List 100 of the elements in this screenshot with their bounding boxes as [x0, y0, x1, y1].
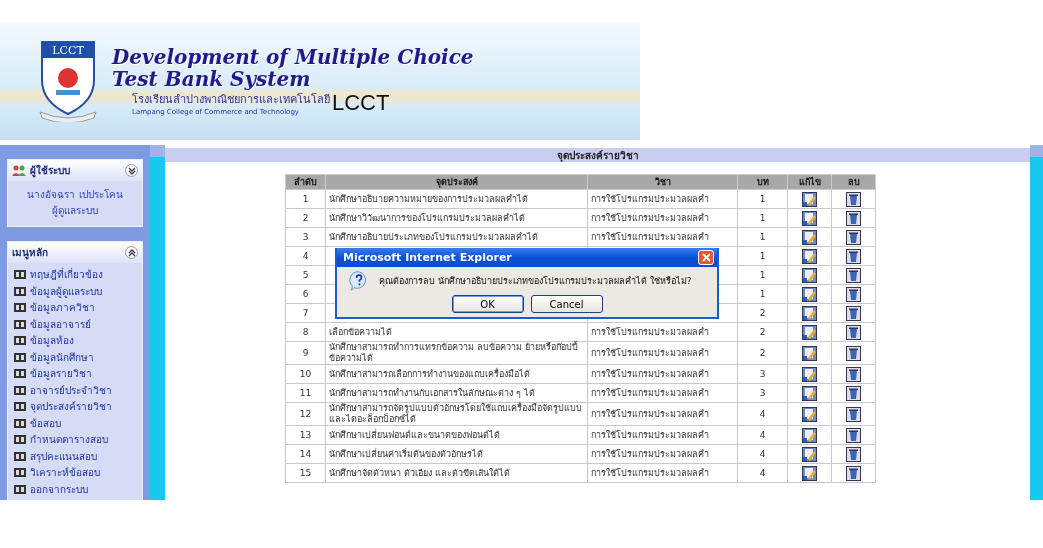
table-cell: การใช้โปรแกรมประมวลผลคำ	[587, 402, 738, 426]
table-cell: นักศึกษาวิวัฒนาการของโปรแกรมประมวลผลคำได้	[325, 208, 588, 228]
table-cell: การใช้โปรแกรมประมวลผลคำ	[587, 425, 738, 445]
edit-icon[interactable]	[802, 427, 817, 443]
edit-icon[interactable]	[802, 366, 817, 382]
trash-icon[interactable]	[846, 305, 861, 321]
brand-text: LCCT	[332, 90, 390, 116]
book-icon	[14, 352, 26, 362]
table-cell: นักศึกษาสามารถทำงานกับเอกสารในลักษณะต่าง ๆ ได้	[325, 383, 588, 403]
trash-icon[interactable]	[846, 210, 861, 226]
trash-icon[interactable]	[846, 465, 861, 481]
table-cell: 14	[285, 444, 326, 464]
edit-icon[interactable]	[802, 406, 817, 422]
edit-icon[interactable]	[802, 267, 817, 283]
trash-icon[interactable]	[846, 324, 861, 340]
column-header: ลบ	[831, 174, 876, 190]
table-cell: 4	[285, 246, 326, 266]
trash-icon[interactable]	[846, 406, 861, 422]
menu-link[interactable]: ข้อมูลอาจารย์	[30, 316, 91, 332]
table-cell: นักศึกษาจัดตัวหนา ตัวเอียง และตัวขีดเส้นใต้ได้	[325, 463, 588, 483]
table-cell: 12	[285, 402, 326, 426]
book-icon	[14, 369, 26, 379]
menu-link[interactable]: ข้อมูลรายวิชา	[30, 366, 92, 382]
book-icon	[14, 435, 26, 445]
table-cell: 5	[285, 265, 326, 285]
table-cell: 4	[737, 425, 788, 445]
trash-icon[interactable]	[846, 446, 861, 462]
table-cell: การใช้โปรแกรมประมวลผลคำ	[587, 227, 738, 247]
table-cell: การใช้โปรแกรมประมวลผลคำ	[587, 364, 738, 384]
table-cell: นักศึกษาอธิบายประเภทของโปรแกรมประมวลผลคำได้	[325, 227, 588, 247]
edit-icon[interactable]	[802, 345, 817, 361]
trash-icon[interactable]	[846, 366, 861, 382]
close-icon	[701, 253, 711, 262]
collapse-button[interactable]	[125, 164, 138, 177]
user-name: นางอัจฉรา เปประโคน	[27, 188, 123, 202]
table-cell: นักศึกษาสามารถจัดรูปแบบตัวอักษรโดยใช้แถบเครื่องมือจัดรูปแบบและไดอะล็อกบ็อกซ์ได้	[325, 402, 588, 426]
close-button[interactable]	[698, 250, 714, 265]
book-icon	[14, 484, 26, 494]
system-title: Development of Multiple Choice	[112, 46, 474, 68]
trash-icon[interactable]	[846, 229, 861, 245]
users-icon	[12, 165, 26, 176]
edit-icon[interactable]	[802, 286, 817, 302]
trash-icon[interactable]	[846, 267, 861, 283]
table-cell: 2	[737, 341, 788, 365]
menu-link[interactable]: ข้อมูลภาควิชา	[30, 300, 95, 316]
trash-icon[interactable]	[846, 248, 861, 264]
menu-link[interactable]: สรุปคะแนนสอบ	[30, 448, 97, 464]
table-cell: 4	[737, 444, 788, 464]
menu-link[interactable]: ข้อมูลนักศึกษา	[30, 349, 94, 365]
menu-link[interactable]: อาจารย์ประจำวิชา	[30, 382, 112, 398]
table-cell: 2	[737, 322, 788, 342]
trash-icon[interactable]	[846, 385, 861, 401]
edit-icon[interactable]	[802, 305, 817, 321]
table-cell: การใช้โปรแกรมประมวลผลคำ	[587, 463, 738, 483]
book-icon	[14, 468, 26, 478]
trash-icon[interactable]	[846, 345, 861, 361]
book-icon	[14, 270, 26, 280]
table-cell: การใช้โปรแกรมประมวลผลคำ	[587, 189, 738, 209]
dialog-button[interactable]: Cancel	[530, 295, 603, 313]
trash-icon[interactable]	[846, 286, 861, 302]
table-cell: 1	[737, 208, 788, 228]
dialog-title: Microsoft Internet Explorer	[343, 251, 513, 264]
menu-link[interactable]: วิเคราะห์ข้อสอบ	[30, 465, 100, 481]
menu-link[interactable]: ข้อมูลผู้ดูแลระบบ	[30, 283, 102, 299]
menu-link[interactable]: จุดประสงค์รายวิชา	[30, 399, 112, 415]
table-cell: 1	[737, 227, 788, 247]
book-icon	[14, 286, 26, 296]
table-cell: นักศึกษาสามารถทำการแทรกข้อความ ลบข้อความ ย้ายหรือก๊อปปี้ข้อความได้	[325, 341, 588, 365]
table-cell: 1	[737, 246, 788, 266]
book-icon	[14, 303, 26, 313]
table-cell: 3	[737, 383, 788, 403]
table-cell: 1	[737, 189, 788, 209]
edit-icon[interactable]	[802, 446, 817, 462]
collapse-button[interactable]	[125, 246, 138, 259]
table-cell: นักศึกษาเปลี่ยนค่าเริ่มต้นของตัวอักษรได้	[325, 444, 588, 464]
system-title: Test Bank System	[112, 68, 311, 90]
edit-icon[interactable]	[802, 210, 817, 226]
edit-icon[interactable]	[802, 465, 817, 481]
menu-link[interactable]: ทฤษฎีที่เกี่ยวข้อง	[30, 267, 103, 283]
menu-link[interactable]: ข้อมูลห้อง	[30, 333, 74, 349]
edit-icon[interactable]	[802, 385, 817, 401]
table-cell: 1	[737, 284, 788, 304]
column-header: แก้ไข	[787, 174, 832, 190]
table-cell: การใช้โปรแกรมประมวลผลคำ	[587, 208, 738, 228]
trash-icon[interactable]	[846, 191, 861, 207]
menu-link[interactable]: กำหนดตารางสอบ	[30, 432, 108, 448]
dialog-button[interactable]: OK	[451, 295, 524, 313]
menu-link[interactable]: ข้อสอบ	[30, 415, 61, 431]
edit-icon[interactable]	[802, 324, 817, 340]
edit-icon[interactable]	[802, 229, 817, 245]
table-cell: 7	[285, 303, 326, 323]
edit-icon[interactable]	[802, 191, 817, 207]
trash-icon[interactable]	[846, 427, 861, 443]
question-icon	[349, 271, 369, 291]
scrollbar[interactable]	[150, 145, 165, 500]
book-icon	[14, 451, 26, 461]
edit-icon[interactable]	[802, 248, 817, 264]
scrollbar[interactable]	[1030, 145, 1043, 500]
menu-link[interactable]: ออกจากระบบ	[30, 481, 88, 497]
table-cell: 15	[285, 463, 326, 483]
